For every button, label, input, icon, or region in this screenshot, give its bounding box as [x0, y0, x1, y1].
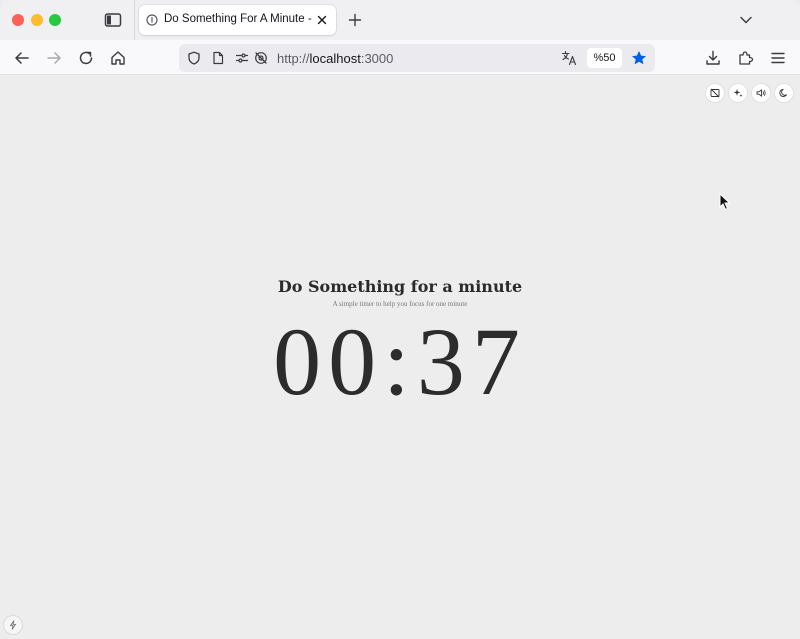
image-toggle-button[interactable] [706, 84, 724, 102]
chevron-down-icon[interactable] [740, 15, 752, 25]
url-scheme: http:// [277, 51, 310, 66]
close-icon[interactable] [316, 14, 328, 26]
zoom-window-button[interactable] [49, 14, 61, 26]
browser-window: Do Something For A Minute - O http://loc… [0, 0, 800, 639]
puzzle-icon[interactable] [737, 49, 755, 67]
theme-toggle-button[interactable] [775, 84, 793, 102]
shield-icon[interactable] [187, 51, 201, 65]
close-window-button[interactable] [12, 14, 24, 26]
tab-strip: Do Something For A Minute - O [0, 0, 800, 40]
volume-icon [756, 89, 766, 97]
tab-title: Do Something For A Minute - O [164, 13, 314, 25]
tab-active[interactable]: Do Something For A Minute - O [139, 5, 336, 35]
url-port: :3000 [360, 51, 394, 66]
mouse-cursor-icon [719, 193, 731, 211]
reload-icon[interactable] [77, 49, 95, 67]
permissions-icon[interactable] [235, 51, 249, 65]
hamburger-menu-icon[interactable] [769, 49, 787, 67]
page-title: Do Something for a minute [277, 277, 523, 296]
spark-icon [10, 620, 16, 630]
minimize-window-button[interactable] [31, 14, 43, 26]
url-bar[interactable]: http://localhost:3000 %50 [179, 44, 655, 72]
forward-arrow-icon[interactable] [45, 49, 63, 67]
sound-button[interactable] [752, 84, 770, 102]
back-arrow-icon[interactable] [13, 49, 31, 67]
info-icon [146, 14, 158, 26]
plus-icon[interactable] [348, 13, 362, 27]
tab-divider [134, 0, 135, 40]
download-icon[interactable] [704, 49, 722, 67]
navigation-toolbar: http://localhost:3000 %50 [0, 40, 800, 75]
countdown-timer: 00:37 [273, 308, 527, 415]
image-off-icon [710, 88, 720, 98]
star-icon[interactable] [631, 50, 647, 66]
effects-button[interactable] [729, 84, 747, 102]
corner-action-button[interactable] [4, 616, 22, 634]
tracking-protection-icon[interactable] [254, 51, 268, 65]
zoom-level-button[interactable]: %50 [587, 48, 622, 68]
page-icon[interactable] [211, 51, 225, 65]
translate-icon[interactable] [561, 50, 577, 66]
moon-icon [779, 88, 787, 97]
url-host: localhost [309, 51, 361, 66]
sparkle-icon [733, 89, 743, 98]
page-content: Do Something for a minute A simple timer… [0, 76, 800, 639]
home-icon[interactable] [109, 49, 127, 67]
url-text: http://localhost:3000 [277, 51, 393, 66]
sidebar-icon[interactable] [104, 12, 122, 28]
